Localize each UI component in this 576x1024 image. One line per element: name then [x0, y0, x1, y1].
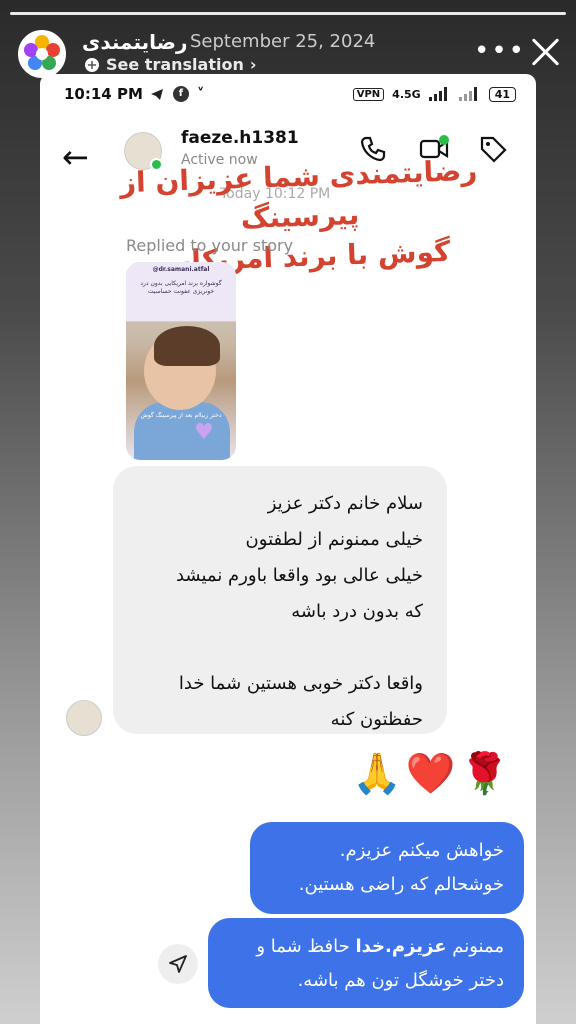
heart-sticker-icon: ♥ [194, 420, 214, 445]
chevron-down-icon: ˅ [196, 85, 205, 103]
thumbnail-caption: دختر زیبا‌ام بعد از پیرسینگ گوش [140, 412, 222, 419]
incoming-message-bubble[interactable]: سلام خانم دکتر عزیز خیلی ممنونم از لطفتو… [113, 466, 447, 734]
story-date: September 25, 2024 [190, 31, 376, 52]
share-button[interactable] [158, 944, 198, 984]
facebook-icon: f [172, 86, 189, 102]
thumbnail-handle: @dr.samani.atfal [152, 266, 210, 273]
outgoing-message-2-prefix: ممنونم [446, 936, 504, 957]
replied-label: Replied to your story [126, 236, 294, 255]
telegram-icon [150, 89, 163, 100]
translate-icon [85, 57, 99, 72]
send-icon [169, 955, 187, 973]
chevron-right-icon: › [249, 55, 257, 74]
baby-hair [154, 326, 220, 366]
sender-avatar[interactable] [66, 700, 102, 736]
vpn-badge: VPN [352, 87, 385, 101]
story-progress-bar [10, 12, 566, 15]
more-options-icon[interactable]: ••• [474, 36, 526, 66]
story-avatar[interactable] [18, 30, 66, 78]
battery-icon: 41 [488, 86, 516, 102]
status-time: 10:14 PM [64, 85, 143, 103]
flower-logo-icon [21, 33, 63, 75]
emoji-reactions: 🙏❤️🌹 [352, 751, 514, 797]
outgoing-message-1-text: خواهش میکنم عزیزم. خوشحالم که راضی هستین… [298, 840, 504, 895]
network-label: 4.5G [392, 87, 421, 101]
story-username[interactable]: رضایتمندی [82, 30, 187, 54]
signal-icon [428, 87, 447, 101]
story-reply-thumbnail[interactable]: @dr.samani.atfal گوشواره برند امریکایی ب… [126, 262, 236, 460]
outgoing-message-2-text: ممنونم عزیزم.خدا حافظ شما و دختر خوشگل ت… [228, 930, 504, 998]
thumbnail-text: گوشواره برند امریکایی بدون درد خونریزی ع… [140, 280, 222, 295]
incoming-message-text: سلام خانم دکتر عزیز خیلی ممنونم از لطفتو… [175, 493, 423, 730]
outgoing-message-bubble-2[interactable]: ممنونم عزیزم.خدا حافظ شما و دختر خوشگل ت… [208, 918, 524, 1008]
see-translation-link[interactable]: See translation › [84, 55, 256, 74]
close-icon[interactable] [528, 34, 564, 70]
outgoing-message-2-bold: عزیزم.خدا [355, 936, 447, 957]
thumbnail-header: @dr.samani.atfal گوشواره برند امریکایی ب… [126, 262, 236, 322]
phone-status-bar: 10:14 PM f ˅ VPN 4.5G 41 [64, 82, 516, 106]
outgoing-message-bubble-1[interactable]: خواهش میکنم عزیزم. خوشحالم که راضی هستین… [250, 822, 524, 914]
chat-screenshot: 10:14 PM f ˅ VPN 4.5G 41 ← faeze.h1381 A… [40, 74, 536, 1024]
signal-2-icon [458, 87, 477, 101]
contact-name[interactable]: faeze.h1381 [181, 128, 299, 148]
see-translation-label: See translation [106, 55, 244, 74]
